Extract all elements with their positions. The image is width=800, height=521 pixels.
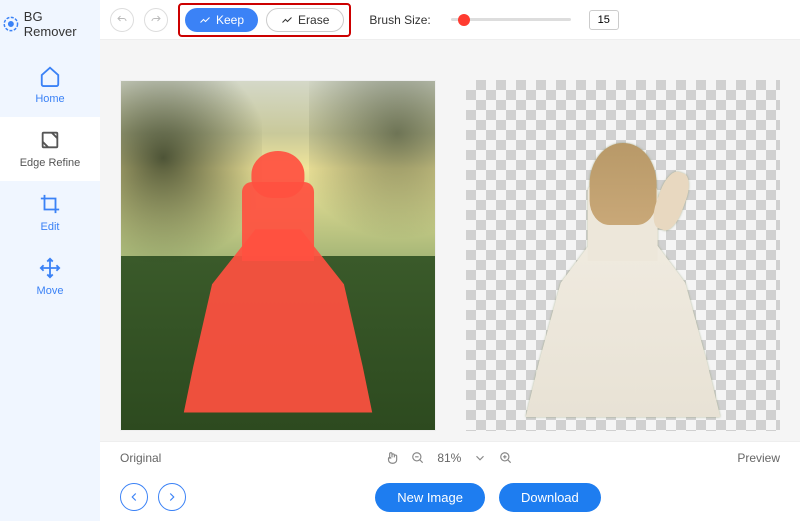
download-button[interactable]: Download (499, 483, 601, 512)
edge-refine-icon (39, 129, 61, 151)
app-logo: BG Remover (0, 5, 100, 43)
cutout-figure (526, 143, 721, 417)
sidebar-label: Edge Refine (20, 157, 81, 169)
sidebar-item-edge-refine[interactable]: Edge Refine (0, 117, 100, 181)
home-icon (39, 65, 61, 87)
logo-icon (2, 15, 20, 33)
zoom-controls: 81% (161, 451, 737, 465)
original-image (121, 81, 435, 430)
chevron-left-icon (127, 490, 141, 504)
toolbar: Keep Erase Brush Size: 15 (100, 0, 800, 40)
keep-erase-group: Keep Erase (178, 3, 351, 37)
undo-button[interactable] (110, 8, 134, 32)
brush-size-slider[interactable] (451, 10, 571, 30)
erase-label: Erase (298, 13, 329, 27)
chevron-down-icon[interactable] (473, 451, 487, 465)
sidebar-item-move[interactable]: Move (0, 245, 100, 309)
zoom-in-icon[interactable] (499, 451, 513, 465)
sidebar-item-home[interactable]: Home (0, 53, 100, 117)
undo-icon (116, 14, 128, 26)
sidebar-item-edit[interactable]: Edit (0, 181, 100, 245)
redo-button[interactable] (144, 8, 168, 32)
original-image-panel[interactable] (120, 80, 436, 431)
canvas-area (100, 40, 800, 441)
sidebar-label: Edit (41, 221, 60, 233)
next-button[interactable] (158, 483, 186, 511)
erase-button[interactable]: Erase (266, 8, 344, 32)
hand-pan-icon[interactable] (385, 451, 399, 465)
preview-image-panel[interactable] (466, 80, 780, 431)
prev-button[interactable] (120, 483, 148, 511)
eraser-icon (281, 14, 293, 26)
transparent-background (466, 80, 780, 431)
status-bar: Original 81% Preview (100, 441, 800, 473)
zoom-out-icon[interactable] (411, 451, 425, 465)
app-root: BG Remover Home Edge Refine Edit Move (0, 0, 800, 521)
bottom-bar: New Image Download (100, 473, 800, 521)
action-buttons: New Image Download (196, 483, 780, 512)
keep-label: Keep (216, 13, 244, 27)
sidebar-label: Move (37, 285, 64, 297)
brush-keep-icon (199, 14, 211, 26)
main: Keep Erase Brush Size: 15 (100, 0, 800, 521)
app-title: BG Remover (24, 9, 98, 39)
slider-thumb[interactable] (458, 14, 470, 26)
redo-icon (150, 14, 162, 26)
sidebar-label: Home (35, 93, 64, 105)
sidebar: BG Remover Home Edge Refine Edit Move (0, 0, 100, 521)
brush-size-label: Brush Size: (369, 13, 430, 27)
brush-size-value[interactable]: 15 (589, 10, 619, 30)
preview-label: Preview (737, 451, 780, 465)
zoom-value: 81% (437, 451, 461, 465)
keep-button[interactable]: Keep (185, 8, 258, 32)
crop-icon (39, 193, 61, 215)
move-icon (39, 257, 61, 279)
original-label: Original (120, 451, 161, 465)
new-image-button[interactable]: New Image (375, 483, 485, 512)
chevron-right-icon (165, 490, 179, 504)
